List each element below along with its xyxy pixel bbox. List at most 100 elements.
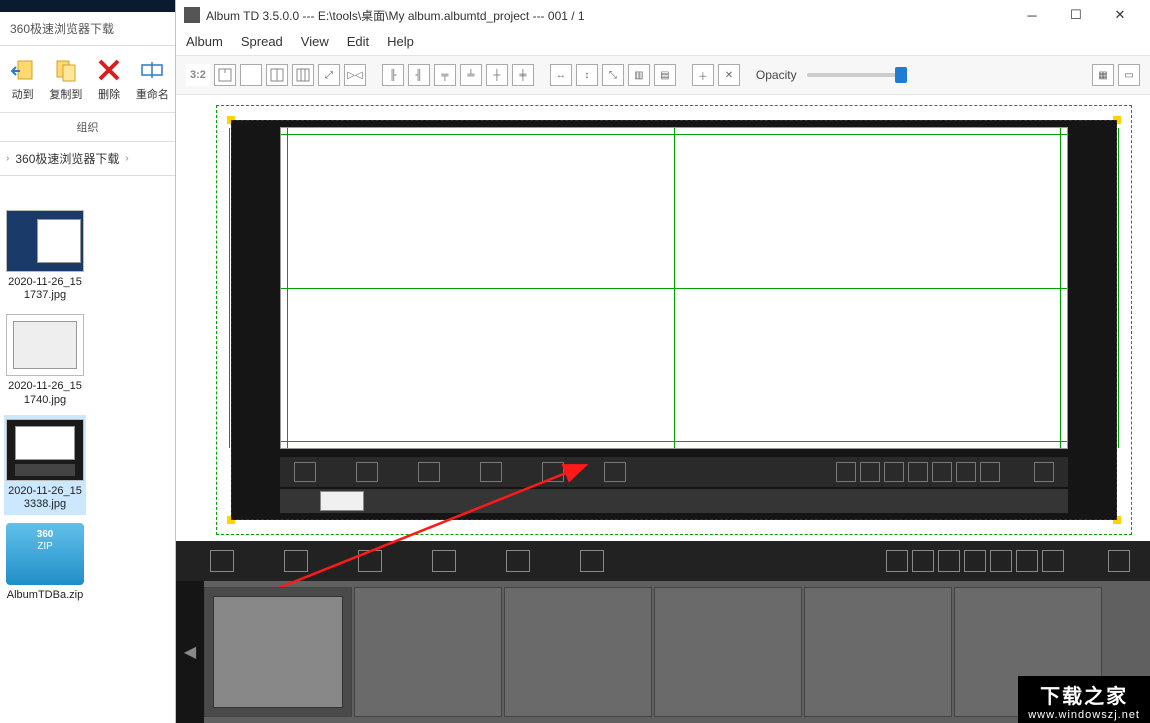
spread-thumbnail[interactable] — [504, 587, 652, 717]
refresh-icon[interactable] — [912, 550, 934, 572]
expand-icon[interactable] — [1034, 462, 1054, 482]
guide-line — [229, 128, 230, 448]
panel-icon[interactable] — [604, 462, 626, 482]
layout-tool-icon[interactable] — [292, 64, 314, 86]
maximize-button[interactable]: ☐ — [1054, 1, 1098, 29]
panel-toggle-icon[interactable]: ▦ — [1092, 64, 1114, 86]
image-icon[interactable] — [1042, 550, 1064, 572]
file-explorer-panel: 360极速浏览器下载 动到 复制到 删除 重命名 组织 › 360极速浏览器下载… — [0, 0, 176, 723]
canvas-dark-frame[interactable] — [231, 120, 1117, 520]
circle-icon[interactable] — [418, 462, 440, 482]
grid-icon[interactable] — [886, 550, 908, 572]
spread-thumbnail[interactable] — [804, 587, 952, 717]
align-tool-icon[interactable]: ╟ — [382, 64, 404, 86]
spread-thumbnail[interactable] — [204, 587, 352, 717]
layout-tool-icon[interactable] — [240, 64, 262, 86]
refresh-icon[interactable] — [860, 462, 880, 482]
canvas-bounds — [216, 105, 1132, 535]
image-icon[interactable] — [980, 462, 1000, 482]
effects-icon[interactable] — [884, 462, 904, 482]
strip-slot[interactable] — [320, 491, 364, 511]
split-icon[interactable] — [356, 462, 378, 482]
prev-button[interactable]: ◀ — [176, 581, 204, 723]
columns-icon[interactable]: ▥ — [628, 64, 650, 86]
spread-strip — [280, 489, 1068, 513]
spread-thumbnail[interactable] — [654, 587, 802, 717]
bottom-panel: ◀ — [176, 541, 1150, 723]
window-title: Album TD 3.5.0.0 --- E:\tools\桌面\My albu… — [206, 7, 1010, 24]
file-thumbnail: 360ZIP — [6, 523, 84, 585]
eye-icon[interactable] — [990, 550, 1012, 572]
file-item[interactable]: 360ZIP AlbumTDBa.zip — [4, 519, 86, 606]
file-thumbnail — [6, 314, 84, 376]
spread-toolbar — [280, 457, 1068, 487]
trash-icon[interactable] — [1016, 550, 1038, 572]
file-name: 2020-11-26_153338.jpg — [6, 485, 84, 511]
panel-icon[interactable] — [580, 550, 604, 572]
file-name: 2020-11-26_151740.jpg — [6, 380, 84, 406]
clip-icon[interactable] — [506, 550, 530, 572]
canvas-area — [176, 95, 1150, 541]
eye-icon[interactable] — [932, 462, 952, 482]
file-item[interactable]: 2020-11-26_151737.jpg — [4, 206, 86, 306]
expand-tool-icon[interactable]: ⤢ — [318, 64, 340, 86]
rows-icon[interactable]: ▤ — [654, 64, 676, 86]
menu-help[interactable]: Help — [387, 34, 414, 49]
close-button[interactable]: ✕ — [1098, 1, 1142, 29]
wave-icon[interactable] — [480, 462, 502, 482]
menu-spread[interactable]: Spread — [241, 34, 283, 49]
mirror-tool-icon[interactable]: ▷◁ — [344, 64, 366, 86]
slider-thumb[interactable] — [895, 67, 907, 83]
fit-width-icon[interactable]: ↔ — [550, 64, 572, 86]
album-spread[interactable] — [280, 127, 1068, 449]
bottom-toolbar — [176, 541, 1150, 581]
layout-tool-icon[interactable] — [266, 64, 288, 86]
fit-height-icon[interactable]: ↕ — [576, 64, 598, 86]
text-icon[interactable] — [964, 550, 986, 572]
circle-icon[interactable] — [358, 550, 382, 572]
distribute-tool-icon[interactable]: ┼ — [486, 64, 508, 86]
copy-to-button[interactable]: 复制到 — [47, 56, 84, 102]
rename-button[interactable]: 重命名 — [134, 56, 171, 102]
align-tool-icon[interactable]: ╢ — [408, 64, 430, 86]
explorer-ribbon: 动到 复制到 删除 重命名 — [0, 46, 175, 106]
add-tool-icon[interactable]: ＋ — [692, 64, 714, 86]
breadcrumb[interactable]: › 360极速浏览器下载 › — [0, 142, 175, 176]
file-item[interactable]: 2020-11-26_153338.jpg — [4, 415, 86, 515]
image-icon[interactable] — [210, 550, 234, 572]
fit-diagonal-icon[interactable]: ⤡ — [602, 64, 624, 86]
grid-icon[interactable] — [836, 462, 856, 482]
image-icon[interactable] — [294, 462, 316, 482]
move-icon — [9, 56, 37, 84]
wave-icon[interactable] — [432, 550, 456, 572]
split-icon[interactable] — [284, 550, 308, 572]
opacity-slider[interactable] — [807, 73, 907, 77]
trash-icon[interactable] — [956, 462, 976, 482]
thumbnail-list — [204, 581, 1150, 723]
guide-line — [1118, 128, 1119, 448]
explorer-tab[interactable]: 360极速浏览器下载 — [0, 12, 175, 46]
aspect-ratio-button[interactable]: 3:2 — [186, 64, 210, 86]
delete-button[interactable]: 删除 — [91, 56, 128, 102]
delete-label: 删除 — [98, 86, 120, 102]
align-tool-icon[interactable]: ╧ — [460, 64, 482, 86]
file-thumbnail — [6, 210, 84, 272]
minimize-button[interactable]: ─ — [1010, 1, 1054, 29]
file-item[interactable]: 2020-11-26_151740.jpg — [4, 310, 86, 410]
expand-icon[interactable] — [1108, 550, 1130, 572]
move-to-button[interactable]: 动到 — [4, 56, 41, 102]
effects-icon[interactable] — [938, 550, 960, 572]
distribute-tool-icon[interactable]: ╪ — [512, 64, 534, 86]
remove-tool-icon[interactable]: ✕ — [718, 64, 740, 86]
copy-label: 复制到 — [49, 86, 82, 102]
menu-album[interactable]: Album — [186, 34, 223, 49]
clip-icon[interactable] — [542, 462, 564, 482]
menu-edit[interactable]: Edit — [347, 34, 369, 49]
text-icon[interactable] — [908, 462, 928, 482]
align-tool-icon[interactable]: ╤ — [434, 64, 456, 86]
menu-view[interactable]: View — [301, 34, 329, 49]
breadcrumb-folder[interactable]: 360极速浏览器下载 — [15, 150, 119, 167]
panel-toggle-icon[interactable]: ▭ — [1118, 64, 1140, 86]
spread-thumbnail[interactable] — [354, 587, 502, 717]
layout-tool-icon[interactable] — [214, 64, 236, 86]
